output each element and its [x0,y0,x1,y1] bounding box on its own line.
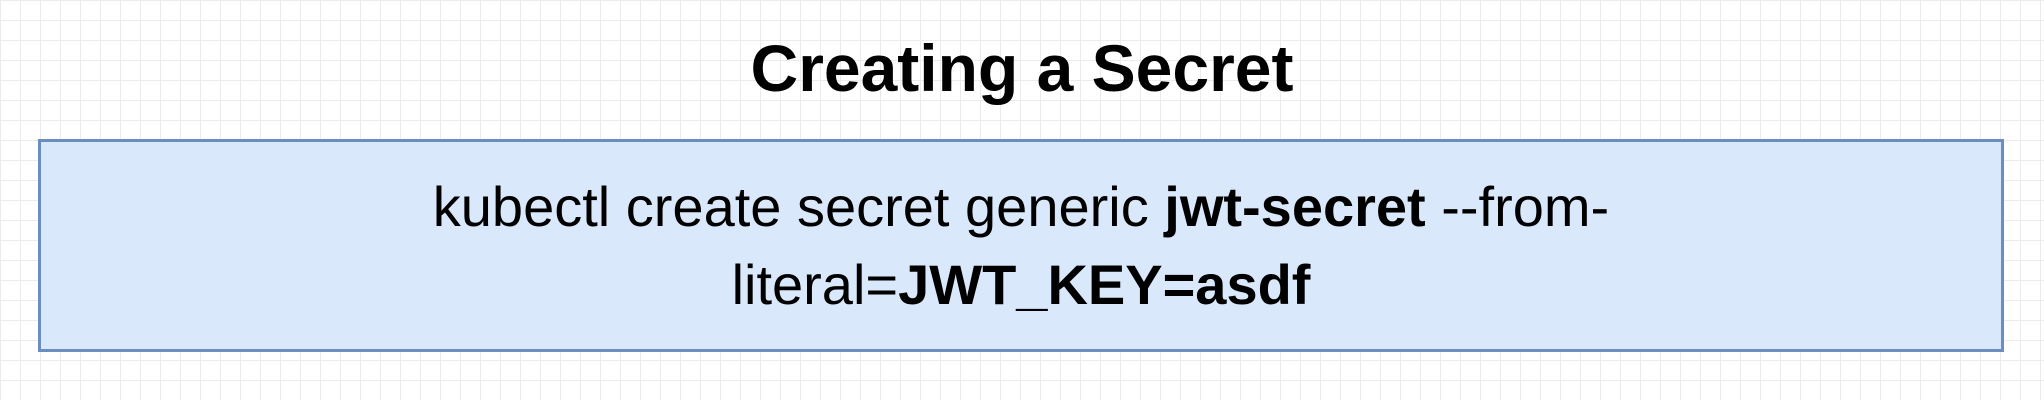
from-literal-flag-end: literal= [731,252,899,316]
secret-name: jwt-secret [1164,174,1426,238]
command-box: kubectl create secret generic jwt-secret… [38,139,2004,352]
key-value-pair: JWT_KEY=asdf [898,252,1311,316]
diagram-title: Creating a Secret [750,31,1294,105]
from-literal-flag-start: --from- [1425,174,1610,238]
command-text: kubectl create secret generic jwt-secret… [321,168,1721,324]
command-prefix: kubectl create secret generic [432,174,1165,238]
